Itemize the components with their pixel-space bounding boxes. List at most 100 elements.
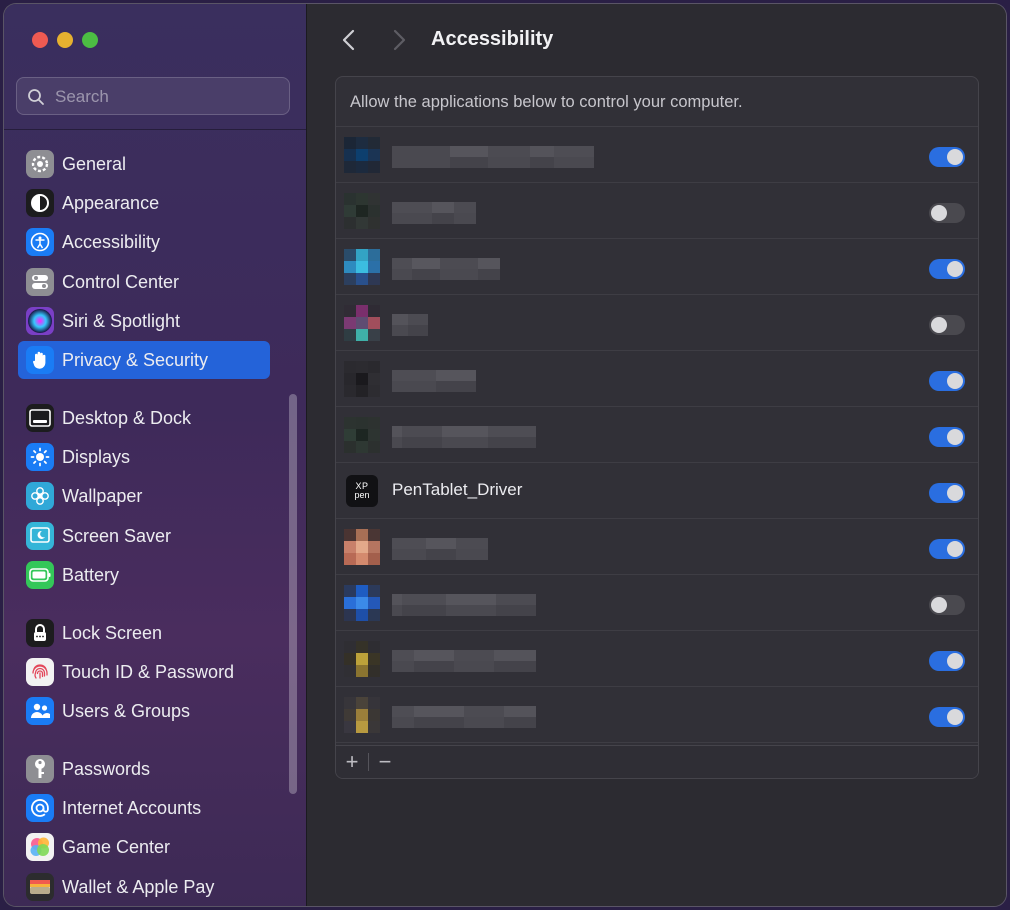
sidebar-item-displays[interactable]: Displays bbox=[18, 438, 270, 476]
sidebar-item-game-center[interactable]: Game Center bbox=[18, 828, 270, 866]
access-toggle[interactable] bbox=[929, 315, 965, 335]
settings-window: General Appearance Accessibility Control Ce… bbox=[4, 4, 1006, 906]
sidebar-item-wallet-apple-pay[interactable]: Wallet & Apple Pay bbox=[18, 868, 270, 906]
sidebar-item-privacy-security[interactable]: Privacy & Security bbox=[18, 341, 270, 379]
sidebar-item-touch-id-password[interactable]: Touch ID & Password bbox=[18, 653, 270, 691]
sidebar-item-label: Privacy & Security bbox=[62, 349, 209, 370]
sidebar-item-label: Game Center bbox=[62, 836, 171, 857]
sidebar-item-label: Lock Screen bbox=[62, 622, 163, 643]
sidebar-item-label: Screen Saver bbox=[62, 525, 172, 546]
app-icon bbox=[344, 641, 380, 677]
redacted-app-name bbox=[392, 370, 476, 392]
redacted-app-name bbox=[392, 650, 536, 672]
sidebar-item-label: Appearance bbox=[62, 192, 160, 213]
flower-icon bbox=[26, 482, 54, 510]
redacted-app-name bbox=[392, 258, 500, 280]
sidebar-item-users-groups[interactable]: Users & Groups bbox=[18, 692, 270, 730]
app-row bbox=[336, 687, 978, 743]
app-row bbox=[336, 519, 978, 575]
search-field[interactable] bbox=[16, 77, 290, 115]
app-icon bbox=[344, 585, 380, 621]
access-toggle[interactable] bbox=[929, 595, 965, 615]
app-icon bbox=[344, 417, 380, 453]
minimize-button[interactable] bbox=[57, 32, 73, 48]
sidebar-item-accessibility[interactable]: Accessibility bbox=[18, 223, 270, 261]
redacted-app-name bbox=[392, 314, 428, 336]
sidebar-item-label: Siri & Spotlight bbox=[62, 310, 181, 331]
apps-list-panel: Allow the applications below to control … bbox=[335, 76, 979, 779]
sidebar-item-desktop-dock[interactable]: Desktop & Dock bbox=[18, 399, 270, 437]
sidebar-item-screen-saver[interactable]: Screen Saver bbox=[18, 517, 270, 555]
app-row bbox=[336, 575, 978, 631]
redacted-app-name bbox=[392, 594, 536, 616]
redacted-app-name bbox=[392, 202, 476, 224]
sidebar-item-label: Touch ID & Password bbox=[62, 661, 235, 682]
zoom-button[interactable] bbox=[82, 32, 98, 48]
app-icon bbox=[344, 137, 380, 173]
access-toggle[interactable] bbox=[929, 539, 965, 559]
lock-icon bbox=[26, 619, 54, 647]
window-controls bbox=[32, 32, 98, 48]
toggle-knob bbox=[947, 653, 963, 669]
panel-description: Allow the applications below to control … bbox=[336, 77, 978, 127]
sidebar-item-battery[interactable]: Battery bbox=[18, 556, 270, 594]
app-row bbox=[336, 631, 978, 687]
sidebar-item-label: Desktop & Dock bbox=[62, 407, 192, 428]
app-row bbox=[336, 407, 978, 463]
toggle-knob bbox=[947, 149, 963, 165]
add-button[interactable]: + bbox=[336, 746, 368, 778]
sidebar-item-internet-accounts[interactable]: Internet Accounts bbox=[18, 789, 270, 827]
toggle-knob bbox=[947, 429, 963, 445]
access-toggle[interactable] bbox=[929, 483, 965, 503]
access-toggle[interactable] bbox=[929, 371, 965, 391]
sidebar-item-lock-screen[interactable]: Lock Screen bbox=[18, 614, 270, 652]
app-row bbox=[336, 295, 978, 351]
sidebar-item-label: Displays bbox=[62, 446, 131, 467]
sidebar-item-label: Users & Groups bbox=[62, 700, 191, 721]
search-icon bbox=[28, 89, 44, 105]
screen-saver-icon bbox=[26, 522, 54, 550]
close-button[interactable] bbox=[32, 32, 48, 48]
sidebar-item-label: Internet Accounts bbox=[62, 797, 202, 818]
sidebar-item-label: Control Center bbox=[62, 271, 180, 292]
main-pane: Accessibility Allow the applications bel… bbox=[307, 4, 1006, 906]
app-row bbox=[336, 239, 978, 295]
app-row bbox=[336, 127, 978, 183]
access-toggle[interactable] bbox=[929, 147, 965, 167]
sidebar: General Appearance Accessibility Control Ce… bbox=[4, 4, 307, 906]
toggle-knob bbox=[931, 205, 947, 221]
toggle-knob bbox=[947, 485, 963, 501]
back-button[interactable] bbox=[339, 28, 359, 52]
toggle-knob bbox=[947, 709, 963, 725]
access-toggle[interactable] bbox=[929, 651, 965, 671]
siri-icon bbox=[26, 307, 54, 335]
access-toggle[interactable] bbox=[929, 203, 965, 223]
sidebar-item-wallpaper[interactable]: Wallpaper bbox=[18, 477, 270, 515]
sidebar-item-appearance[interactable]: Appearance bbox=[18, 184, 270, 222]
redacted-app-name bbox=[392, 706, 536, 728]
sidebar-scrollbar[interactable] bbox=[289, 394, 297, 794]
panel-footer: + − bbox=[336, 745, 978, 778]
access-toggle[interactable] bbox=[929, 707, 965, 727]
sidebar-item-control-center[interactable]: Control Center bbox=[18, 263, 270, 301]
forward-button[interactable] bbox=[389, 28, 409, 52]
toggle-knob bbox=[931, 317, 947, 333]
sun-icon bbox=[26, 443, 54, 471]
app-name: PenTablet_Driver bbox=[392, 480, 523, 499]
app-icon bbox=[344, 249, 380, 285]
redacted-app-name bbox=[392, 146, 594, 168]
sidebar-item-label: General bbox=[62, 153, 127, 174]
sidebar-item-siri-spotlight[interactable]: Siri & Spotlight bbox=[18, 302, 270, 340]
app-icon bbox=[344, 193, 380, 229]
sidebar-item-general[interactable]: General bbox=[18, 145, 270, 183]
access-toggle[interactable] bbox=[929, 259, 965, 279]
search-input[interactable] bbox=[53, 84, 277, 110]
access-toggle[interactable] bbox=[929, 427, 965, 447]
fingerprint-icon bbox=[26, 658, 54, 686]
app-row bbox=[336, 183, 978, 239]
hand-icon bbox=[26, 346, 54, 374]
remove-button[interactable]: − bbox=[369, 746, 401, 778]
control-center-icon bbox=[26, 268, 54, 296]
xp-pen-app-icon: XP pen bbox=[346, 475, 378, 507]
sidebar-item-passwords[interactable]: Passwords bbox=[18, 750, 270, 788]
